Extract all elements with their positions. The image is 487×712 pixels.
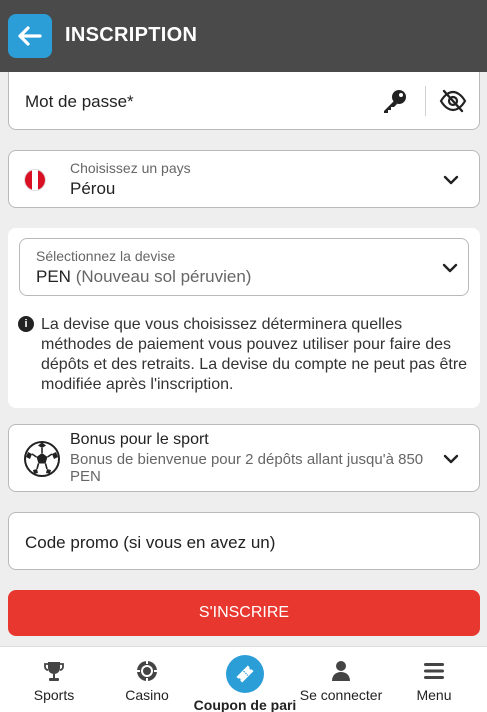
currency-label: Sélectionnez la devise bbox=[36, 248, 176, 264]
chevron-down-icon bbox=[442, 263, 458, 273]
back-button[interactable] bbox=[8, 14, 52, 58]
nav-label-menu: Menu bbox=[416, 687, 452, 703]
eye-off-icon[interactable] bbox=[439, 88, 467, 114]
currency-name: (Nouveau sol péruvien) bbox=[75, 267, 252, 286]
field-divider bbox=[425, 86, 426, 116]
header-bar: INSCRIPTION bbox=[0, 0, 487, 72]
register-button[interactable]: S'INSCRIRE bbox=[8, 590, 480, 636]
menu-icon bbox=[422, 659, 446, 683]
nav-item-coupon[interactable]: Coupon de pari bbox=[190, 647, 300, 712]
currency-code: PEN bbox=[36, 267, 71, 286]
password-placeholder: Mot de passe* bbox=[25, 92, 134, 111]
currency-panel: Sélectionnez la devise PEN (Nouveau sol … bbox=[8, 228, 480, 408]
nav-label-coupon: Coupon de pari bbox=[193, 697, 297, 712]
nav-label-sports: Sports bbox=[33, 687, 75, 703]
soccer-ball-icon bbox=[24, 441, 60, 477]
currency-value: PEN (Nouveau sol péruvien) bbox=[36, 267, 251, 287]
peru-flag-icon bbox=[24, 169, 46, 191]
nav-item-sports[interactable]: Sports bbox=[24, 647, 84, 712]
chevron-down-icon bbox=[443, 175, 459, 185]
country-value: Pérou bbox=[70, 179, 116, 198]
nav-label-login: Se connecter bbox=[299, 687, 383, 703]
bonus-title: Bonus pour le sport bbox=[70, 431, 209, 448]
nav-item-menu[interactable]: Menu bbox=[404, 647, 464, 712]
key-icon bbox=[384, 90, 406, 113]
bottom-nav: Sports Casino Coupon de pari Se connecte… bbox=[0, 646, 487, 712]
page-title: INSCRIPTION bbox=[65, 24, 198, 46]
promo-code-placeholder: Code promo (si vous en avez un) bbox=[25, 533, 276, 552]
bonus-description: Bonus de bienvenue pour 2 dépôts allant … bbox=[70, 451, 424, 485]
casino-chip-icon bbox=[135, 659, 159, 683]
ticket-icon bbox=[226, 655, 264, 693]
nav-item-login[interactable]: Se connecter bbox=[296, 647, 386, 712]
user-icon bbox=[329, 659, 353, 683]
bonus-select[interactable]: Bonus pour le sport Bonus de bienvenue p… bbox=[8, 424, 480, 492]
currency-info-text: La devise que vous choisissez déterminer… bbox=[41, 316, 468, 393]
info-icon: i bbox=[18, 316, 34, 332]
country-select[interactable]: Choisissez un pays Pérou bbox=[8, 150, 480, 208]
nav-item-casino[interactable]: Casino bbox=[117, 647, 177, 712]
chevron-down-icon bbox=[443, 454, 459, 464]
nav-label-casino: Casino bbox=[125, 687, 169, 703]
promo-code-input[interactable]: Code promo (si vous en avez un) bbox=[8, 512, 480, 570]
country-label: Choisissez un pays bbox=[70, 160, 191, 176]
currency-select[interactable]: Sélectionnez la devise PEN (Nouveau sol … bbox=[19, 238, 469, 296]
arrow-left-icon bbox=[18, 26, 42, 46]
trophy-icon bbox=[42, 659, 66, 683]
password-field[interactable]: Mot de passe* bbox=[8, 72, 480, 130]
